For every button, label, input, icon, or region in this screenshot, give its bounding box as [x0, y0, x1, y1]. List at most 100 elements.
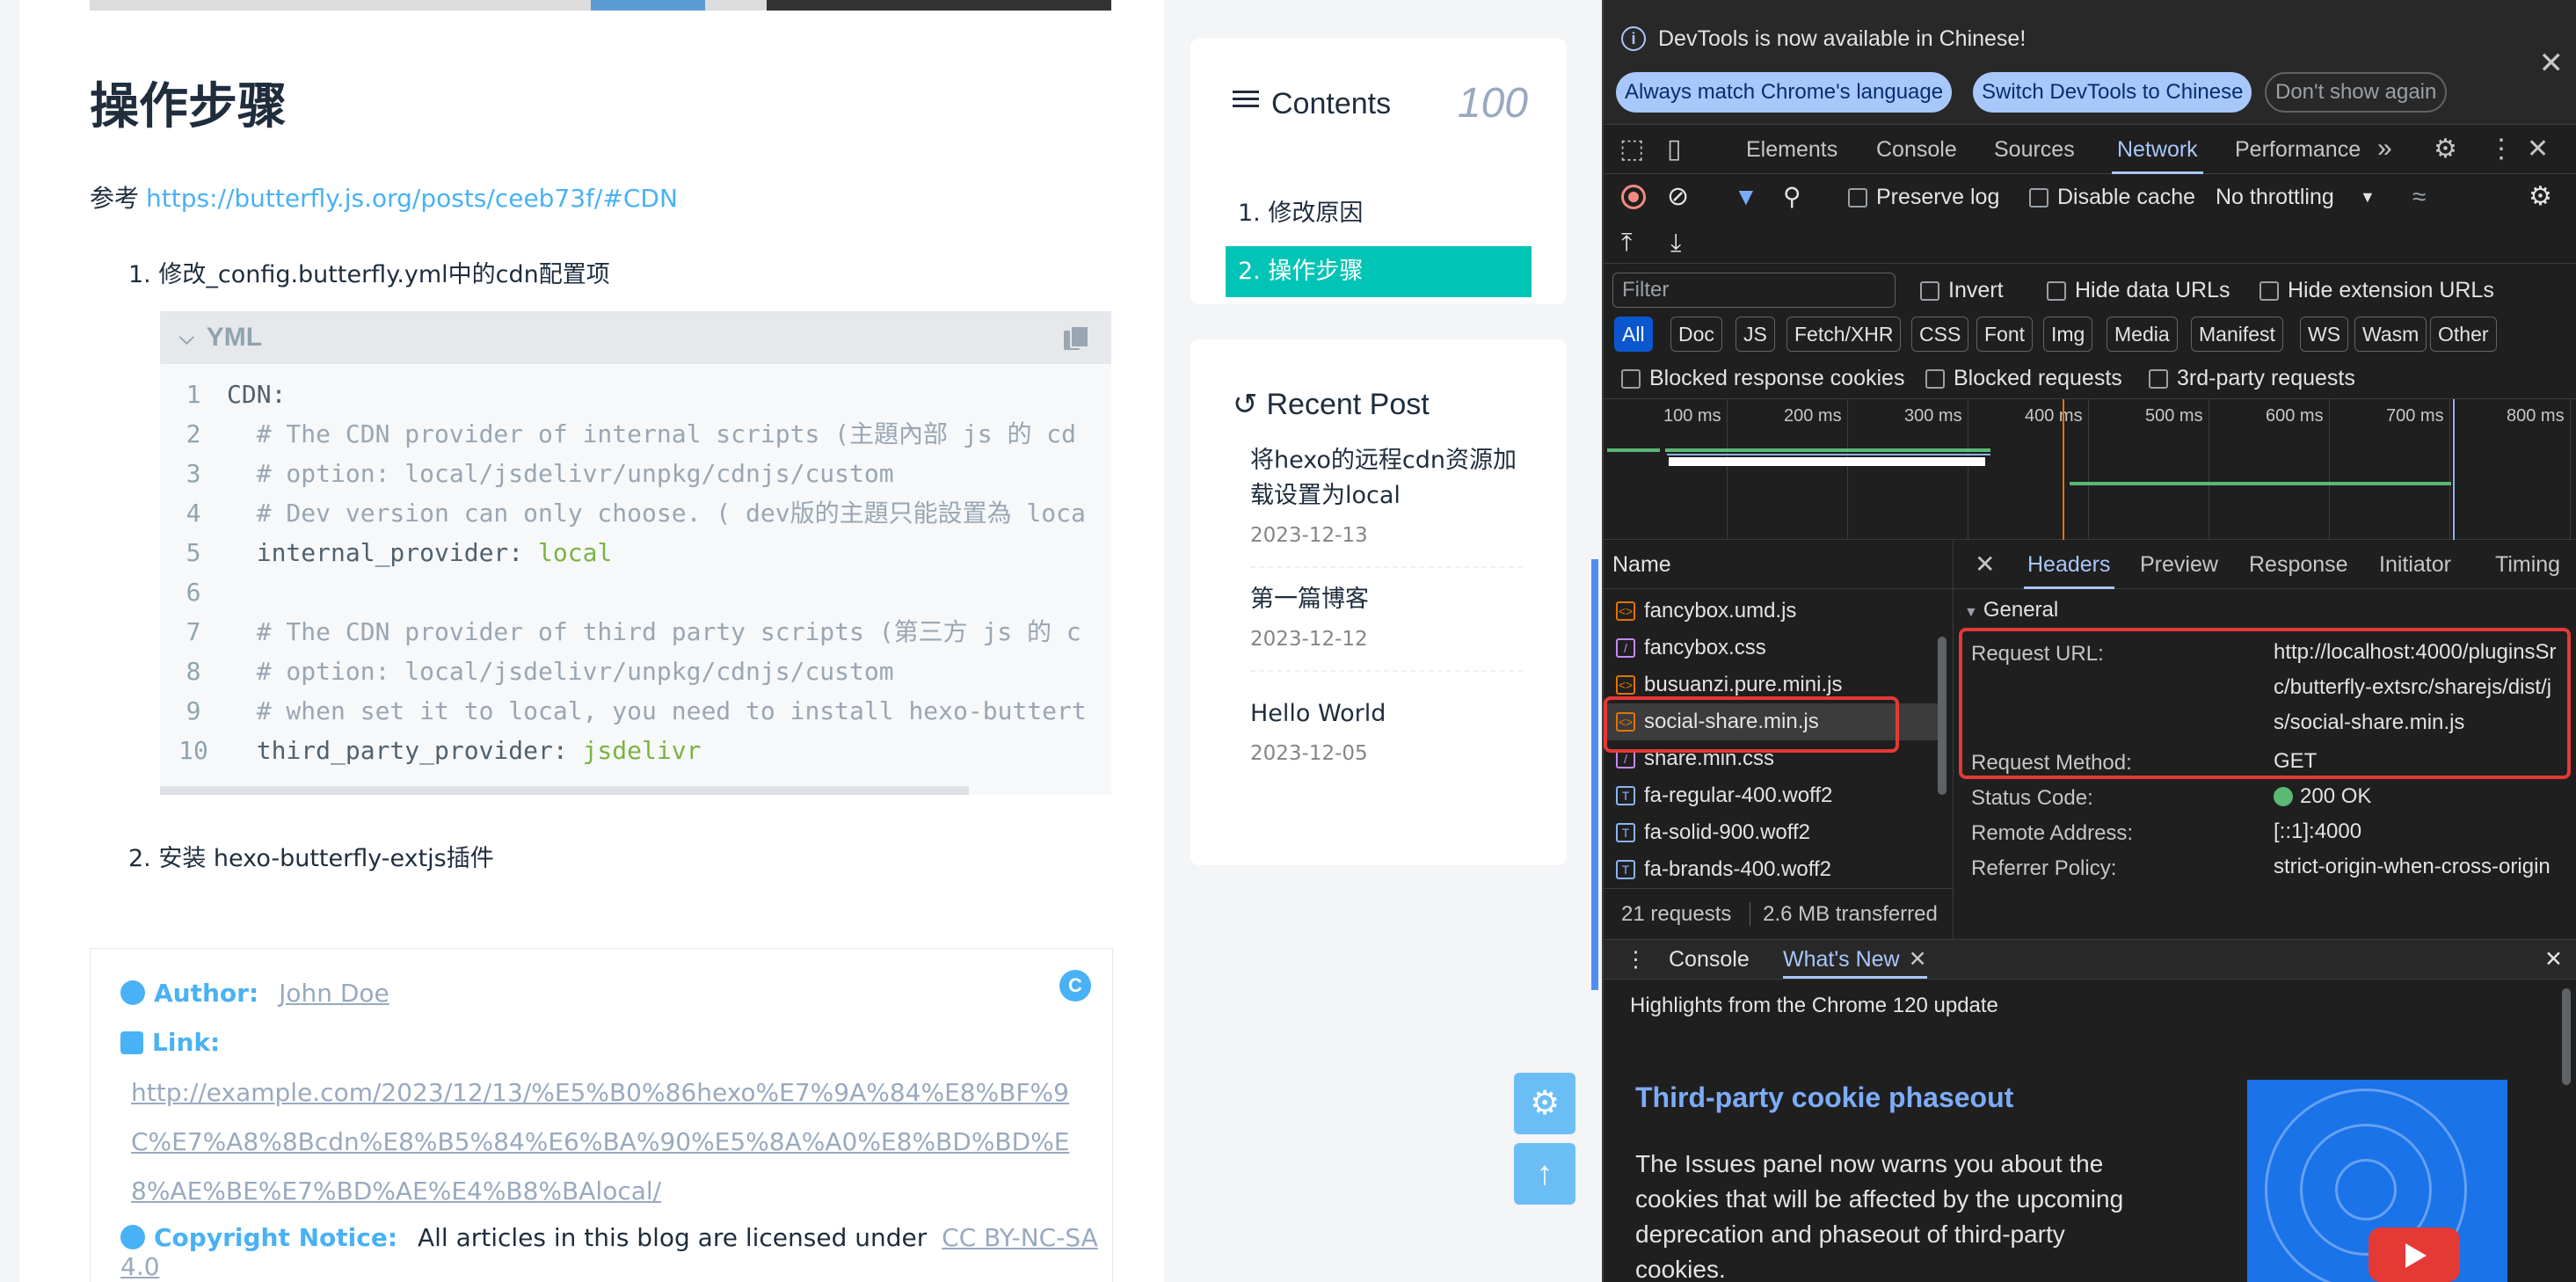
tab-sources[interactable]: Sources	[1994, 125, 2075, 174]
horizontal-scrollbar[interactable]	[160, 786, 969, 795]
import-har-icon[interactable]: ⤒	[1621, 220, 1632, 266]
type-filter-manifest[interactable]: Manifest	[2191, 317, 2283, 352]
toc-item-1[interactable]: 1. 修改原因	[1226, 188, 1532, 239]
type-filter-media[interactable]: Media	[2107, 317, 2178, 352]
request-name: fa-regular-400.woff2	[1644, 783, 1833, 807]
code-text: # when set it to local, you need to inst…	[227, 696, 1087, 725]
type-filter-all[interactable]: All	[1614, 317, 1653, 352]
tab-console[interactable]: Console	[1876, 125, 1957, 174]
close-tab-icon[interactable]: ✕	[1909, 947, 1927, 972]
tab-initiator[interactable]: Initiator	[2379, 540, 2451, 589]
type-filter-js[interactable]: JS	[1736, 317, 1775, 352]
tab-network[interactable]: Network	[2112, 125, 2203, 174]
history-icon: ↺	[1233, 388, 1258, 421]
code-value: jsdelivr	[582, 736, 702, 765]
vertical-scrollbar[interactable]	[1938, 637, 1947, 795]
js-file-icon: <>	[1616, 601, 1635, 621]
third-party-requests-checkbox[interactable]: 3rd-party requests	[2149, 355, 2355, 401]
recent-post-item[interactable]: 第一篇博客 2023-12-12	[1250, 582, 1523, 651]
post-title[interactable]: 将hexo的远程cdn资源加载设置为local	[1250, 443, 1523, 514]
clear-icon[interactable]: ⊘	[1667, 174, 1689, 220]
type-filter-doc[interactable]: Doc	[1670, 317, 1722, 352]
general-section-toggle[interactable]: ▼ General	[1964, 598, 2058, 623]
close-devtools-icon[interactable]: ✕	[2527, 134, 2549, 164]
disable-cache-checkbox[interactable]: Disable cache	[2029, 174, 2195, 220]
recent-posts-title: ↺ Recent Post	[1233, 388, 1430, 421]
request-row[interactable]: <> fancybox.umd.js	[1604, 593, 1947, 630]
reference-link[interactable]: https://butterfly.js.org/posts/ceeb73f/#…	[146, 184, 678, 213]
switch-to-chinese-button[interactable]: Switch DevTools to Chinese	[1973, 72, 2252, 113]
record-icon[interactable]	[1621, 185, 1646, 209]
tab-response[interactable]: Response	[2249, 540, 2348, 589]
code-line: 8 # option: local/jsdelivr/unpkg/cdnjs/c…	[160, 652, 894, 691]
throttling-select[interactable]: No throttling	[2216, 174, 2334, 220]
tab-timing[interactable]: Timing	[2495, 540, 2560, 589]
gear-icon: ⚙	[1529, 1085, 1561, 1122]
request-row[interactable]: Tfa-regular-400.woff2	[1604, 777, 1947, 814]
network-conditions-icon[interactable]: ≈	[2412, 174, 2426, 220]
line-number: 10	[178, 736, 208, 765]
recent-post-item[interactable]: Hello World 2023-12-05	[1250, 696, 1523, 765]
chevron-down-icon[interactable]: ▼	[2360, 174, 2376, 220]
section-heading: 操作步骤	[90, 78, 287, 135]
toc-item-2[interactable]: 2. 操作步骤	[1226, 246, 1532, 297]
dont-show-again-button[interactable]: Don't show again	[2265, 72, 2448, 113]
post-title[interactable]: 第一篇博客	[1250, 582, 1523, 617]
always-match-language-button[interactable]: Always match Chrome's language	[1616, 72, 1953, 113]
request-row[interactable]: / fancybox.css	[1604, 630, 1947, 666]
vertical-scrollbar[interactable]	[2562, 988, 2571, 1085]
more-tabs-icon[interactable]: »	[2377, 134, 2392, 164]
close-drawer-icon[interactable]: ✕	[2544, 936, 2563, 982]
settings-button[interactable]: ⚙	[1514, 1073, 1575, 1134]
post-title[interactable]: Hello World	[1250, 696, 1523, 732]
drawer-tab-whats-new[interactable]: What's New ✕	[1783, 936, 1927, 979]
tab-headers[interactable]: Headers	[2024, 540, 2114, 589]
tab-elements[interactable]: Elements	[1746, 125, 1837, 174]
code-block-header[interactable]: ⌵ YML	[160, 311, 1111, 364]
drawer-menu-icon[interactable]: ⋮	[1625, 936, 1647, 982]
close-icon[interactable]: ✕	[2539, 46, 2565, 81]
type-filter-fetch[interactable]: Fetch/XHR	[1786, 317, 1902, 352]
close-details-icon[interactable]: ✕	[1975, 540, 1995, 589]
device-toolbar-icon[interactable]: ▯	[1667, 134, 1682, 164]
type-filter-font[interactable]: Font	[1976, 317, 2034, 352]
filter-icon[interactable]: ▼	[1734, 174, 1758, 220]
hide-extension-urls-checkbox[interactable]: Hide extension URLs	[2259, 267, 2494, 313]
tab-preview[interactable]: Preview	[2140, 540, 2218, 589]
copy-icon[interactable]	[1064, 325, 1089, 350]
type-filter-img[interactable]: Img	[2043, 317, 2093, 352]
gear-icon[interactable]: ⚙	[2434, 134, 2457, 164]
more-options-icon[interactable]: ⋮	[2488, 134, 2514, 164]
name-column-header[interactable]: Name	[1604, 540, 1954, 589]
external-link-icon	[120, 1031, 143, 1054]
drawer-tabbar: ⋮ Console What's New ✕ ✕	[1604, 939, 2576, 980]
network-timeline-overview[interactable]: 100 ms 200 ms 300 ms 400 ms 500 ms 600 ms 700 …	[1604, 399, 2576, 540]
author-name[interactable]: John Doe	[279, 979, 389, 1008]
chevron-down-icon[interactable]: ⌵	[179, 326, 194, 349]
request-row[interactable]: Tfa-solid-900.woff2	[1604, 814, 1947, 851]
play-icon[interactable]	[2369, 1227, 2460, 1282]
type-filter-css[interactable]: CSS	[1911, 317, 1969, 352]
post-permalink[interactable]: http://example.com/2023/12/13/%E5%B0%86h…	[120, 1068, 1088, 1216]
preserve-log-checkbox[interactable]: Preserve log	[1848, 174, 1999, 220]
search-icon[interactable]: ⚲	[1783, 174, 1801, 220]
hide-data-urls-checkbox[interactable]: Hide data URLs	[2047, 267, 2230, 313]
type-filter-ws[interactable]: WS	[2300, 317, 2349, 352]
filter-input[interactable]: Filter	[1612, 273, 1896, 308]
export-har-icon[interactable]: ⤓	[1670, 220, 1681, 266]
recent-post-item[interactable]: 将hexo的远程cdn资源加载设置为local 2023-12-13	[1250, 443, 1523, 547]
type-filter-other[interactable]: Other	[2430, 317, 2497, 352]
infobar-message: DevTools is now available in Chinese!	[1658, 26, 2027, 51]
inspect-element-icon[interactable]: ⬚	[1619, 134, 1644, 164]
type-filter-wasm[interactable]: Wasm	[2354, 317, 2427, 352]
back-to-top-button[interactable]: ↑	[1514, 1143, 1575, 1205]
invert-checkbox[interactable]: Invert	[1920, 267, 2004, 313]
request-row[interactable]: Tfa-brands-400.woff2	[1604, 851, 1947, 888]
blocked-cookies-checkbox[interactable]: Blocked response cookies	[1621, 355, 1904, 401]
drawer-tab-console[interactable]: Console	[1669, 936, 1750, 982]
tab-performance[interactable]: Performance	[2235, 125, 2361, 174]
network-settings-icon[interactable]: ⚙	[2529, 174, 2552, 220]
blocked-requests-checkbox[interactable]: Blocked requests	[1925, 355, 2122, 401]
whats-new-title[interactable]: Third-party cookie phaseout	[1635, 1082, 2013, 1114]
code-language: YML	[206, 323, 263, 352]
